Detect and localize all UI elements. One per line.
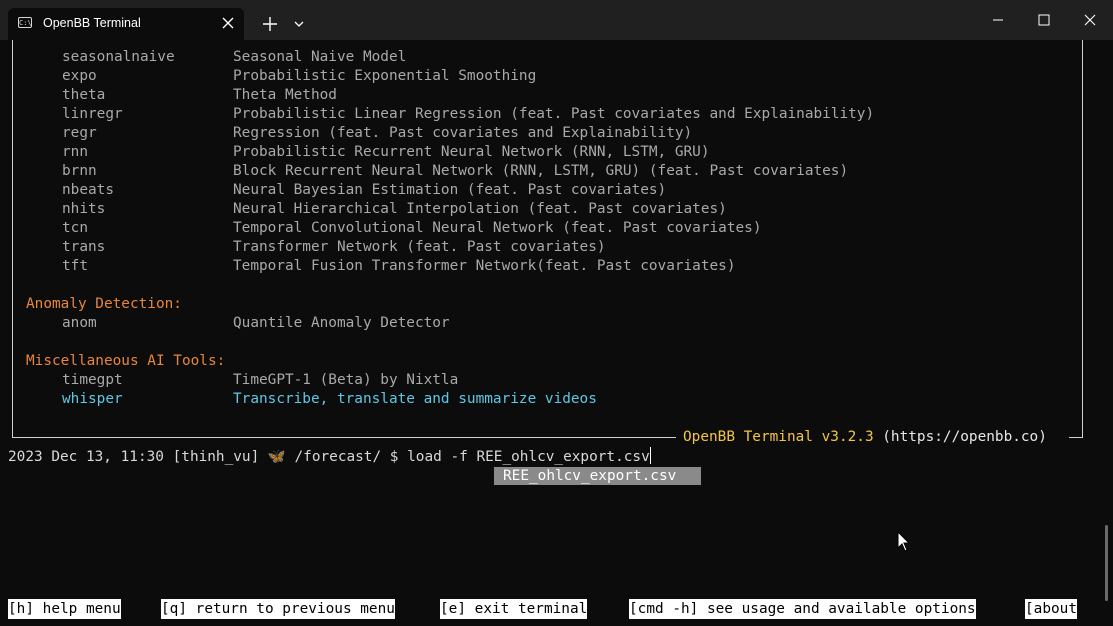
section-heading-anomaly: Anomaly Detection: bbox=[26, 296, 182, 312]
prompt-input[interactable]: load -f REE_ohlcv_export.csv bbox=[407, 449, 650, 465]
command-name: timegpt bbox=[62, 372, 123, 388]
command-description: Temporal Fusion Transformer Network(feat… bbox=[233, 258, 736, 274]
maximize-icon[interactable] bbox=[1021, 0, 1067, 40]
command-description: Probabilistic Exponential Smoothing bbox=[233, 68, 537, 84]
title-bar: C:\ OpenBB Terminal bbox=[0, 0, 1113, 40]
autocomplete-suggestion[interactable]: REE_ohlcv_export.csv bbox=[494, 467, 701, 485]
frame-border-right bbox=[1082, 40, 1083, 437]
command-prompt[interactable]: 2023 Dec 13, 11:30 [thinh_vu] 🦋 /forecas… bbox=[8, 447, 651, 467]
frame-border-left bbox=[12, 40, 13, 437]
command-description: Block Recurrent Neural Network (RNN, LST… bbox=[233, 163, 849, 179]
command-name: brnn bbox=[62, 163, 97, 179]
terminal-url: (https://openbb.co) bbox=[873, 429, 1047, 445]
hint-return: [q] return to previous menu bbox=[161, 599, 395, 619]
command-name: rnn bbox=[62, 144, 88, 160]
plus-icon[interactable] bbox=[258, 0, 282, 40]
command-name: theta bbox=[62, 87, 106, 103]
command-description: Theta Method bbox=[233, 87, 337, 103]
command-name: nhits bbox=[62, 201, 106, 217]
command-name: anom bbox=[62, 315, 97, 331]
tab-title: OpenBB Terminal bbox=[43, 16, 141, 30]
command-description: Seasonal Naive Model bbox=[233, 49, 407, 65]
command-name-highlighted: whisper bbox=[62, 391, 123, 407]
command-description: Probabilistic Recurrent Neural Network (… bbox=[233, 144, 710, 160]
minimize-icon[interactable] bbox=[975, 0, 1021, 40]
close-icon[interactable] bbox=[220, 14, 236, 32]
chevron-down-icon[interactable] bbox=[290, 0, 308, 40]
command-description: Regression (feat. Past covariates and Ex… bbox=[233, 125, 693, 141]
command-name: seasonalnaive bbox=[62, 49, 175, 65]
terminal-version: OpenBB Terminal v3.2.3 bbox=[683, 429, 874, 445]
command-description-highlighted: Transcribe, translate and summarize vide… bbox=[233, 391, 597, 407]
hint-cmd-usage: [cmd -h] see usage and available options bbox=[629, 599, 976, 619]
command-description: Temporal Convolutional Neural Network (f… bbox=[233, 220, 762, 236]
autocomplete-label: REE_ohlcv_export.csv bbox=[503, 468, 677, 484]
text-cursor bbox=[649, 447, 651, 464]
terminal-tab[interactable]: C:\ OpenBB Terminal bbox=[8, 8, 244, 40]
command-description: Probabilistic Linear Regression (feat. P… bbox=[233, 106, 875, 122]
command-name: regr bbox=[62, 125, 97, 141]
scrollbar[interactable] bbox=[1105, 525, 1108, 601]
command-name: expo bbox=[62, 68, 97, 84]
frame-title: OpenBB Terminal v3.2.3 (https://openbb.c… bbox=[683, 428, 1047, 447]
frame-border-bottom-end bbox=[1069, 437, 1083, 438]
command-name: tft bbox=[62, 258, 88, 274]
hint-help: [h] help menu bbox=[8, 599, 121, 619]
mouse-pointer-icon bbox=[897, 531, 911, 552]
command-description: Neural Hierarchical Interpolation (feat.… bbox=[233, 201, 727, 217]
command-description: Neural Bayesian Estimation (feat. Past c… bbox=[233, 182, 667, 198]
terminal-icon: C:\ bbox=[18, 17, 32, 28]
frame-border-bottom bbox=[12, 437, 676, 438]
command-name: linregr bbox=[62, 106, 123, 122]
prompt-prefix: 2023 Dec 13, 11:30 [thinh_vu] 🦋 /forecas… bbox=[8, 449, 408, 465]
hint-about: [about bbox=[1025, 599, 1077, 619]
command-name: trans bbox=[62, 239, 106, 255]
section-heading-misc: Miscellaneous AI Tools: bbox=[26, 353, 226, 369]
command-description: TimeGPT-1 (Beta) by Nixtla bbox=[233, 372, 459, 388]
command-description: Transformer Network (feat. Past covariat… bbox=[233, 239, 606, 255]
close-icon[interactable] bbox=[1067, 0, 1113, 40]
hint-exit: [e] exit terminal bbox=[440, 599, 588, 619]
command-name: nbeats bbox=[62, 182, 114, 198]
command-description: Quantile Anomaly Detector bbox=[233, 315, 450, 331]
hint-bar: [h] help menu [q] return to previous men… bbox=[0, 599, 1113, 620]
command-name: tcn bbox=[62, 220, 88, 236]
